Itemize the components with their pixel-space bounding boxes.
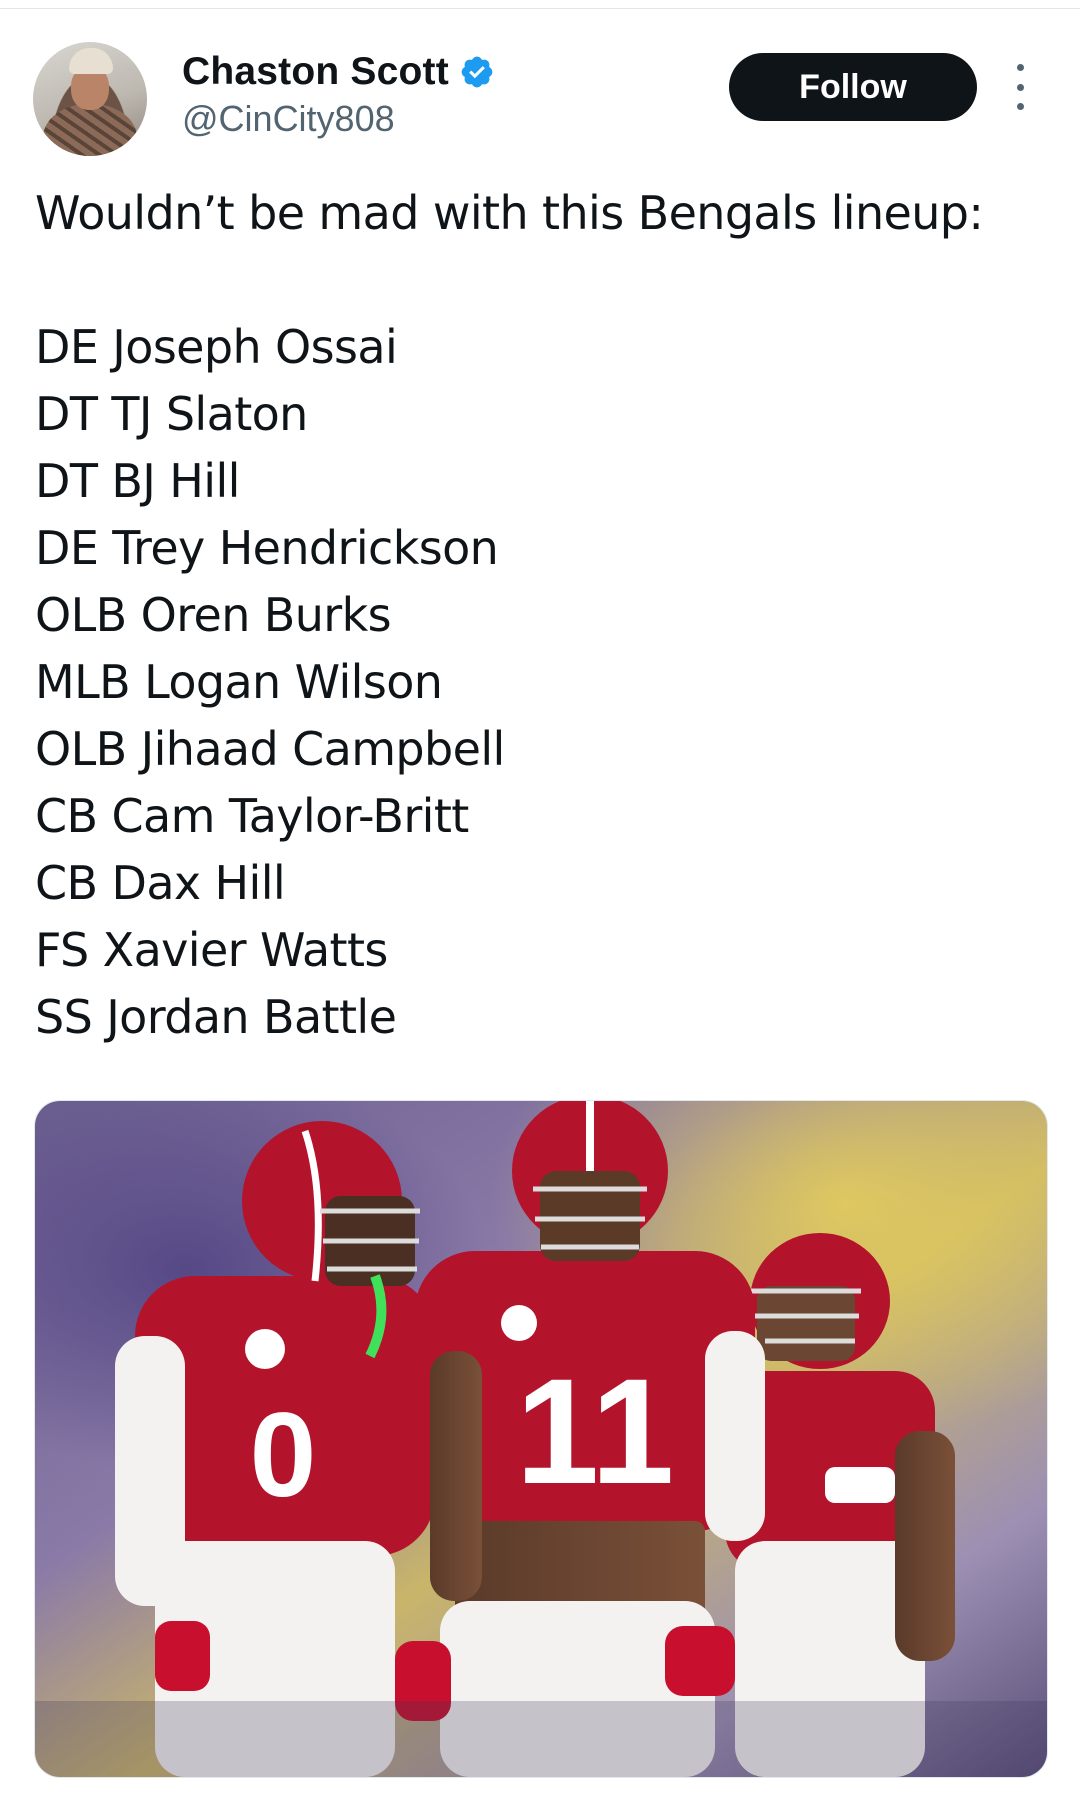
football-players-photo: 0 11: [35, 1101, 1047, 1777]
jersey-number-left: 0: [250, 1388, 317, 1522]
lineup-item: FS Xavier Watts: [35, 923, 388, 977]
lineup-item: DT TJ Slaton: [35, 387, 308, 441]
lineup-item: DE Trey Hendrickson: [35, 521, 499, 575]
tweet-intro: Wouldn’t be mad with this Bengals lineup…: [35, 186, 984, 240]
lineup-item: OLB Jihaad Campbell: [35, 722, 505, 776]
lineup-item: MLB Logan Wilson: [35, 655, 443, 709]
lineup-item: CB Dax Hill: [35, 856, 286, 910]
lineup-item: SS Jordan Battle: [35, 990, 397, 1044]
lineup-item: DT BJ Hill: [35, 454, 240, 508]
tweet-photo[interactable]: 0 11: [34, 1100, 1048, 1778]
author-name-row[interactable]: Chaston Scott: [182, 48, 495, 96]
avatar[interactable]: [33, 42, 147, 156]
avatar-torso: [43, 104, 137, 156]
lineup-item: OLB Oren Burks: [35, 588, 392, 642]
lineup-item: DE Joseph Ossai: [35, 320, 398, 374]
more-dot: [1016, 103, 1024, 110]
more-dot: [1016, 83, 1024, 91]
top-divider: [0, 0, 1080, 9]
jersey-number-center: 11: [516, 1347, 675, 1515]
avatar-cap: [69, 48, 113, 74]
more-options-icon[interactable]: [1005, 64, 1035, 110]
more-dot: [1016, 64, 1024, 71]
tweet-text: Wouldn’t be mad with this Bengals lineup…: [35, 180, 1045, 1051]
author-display-name[interactable]: Chaston Scott: [182, 50, 449, 94]
lineup-item: CB Cam Taylor-Britt: [35, 789, 469, 843]
follow-button[interactable]: Follow: [729, 53, 977, 121]
author-handle[interactable]: @CinCity808: [182, 98, 395, 140]
bottom-shade: [35, 1701, 1047, 1777]
verified-badge-icon: [459, 54, 495, 90]
